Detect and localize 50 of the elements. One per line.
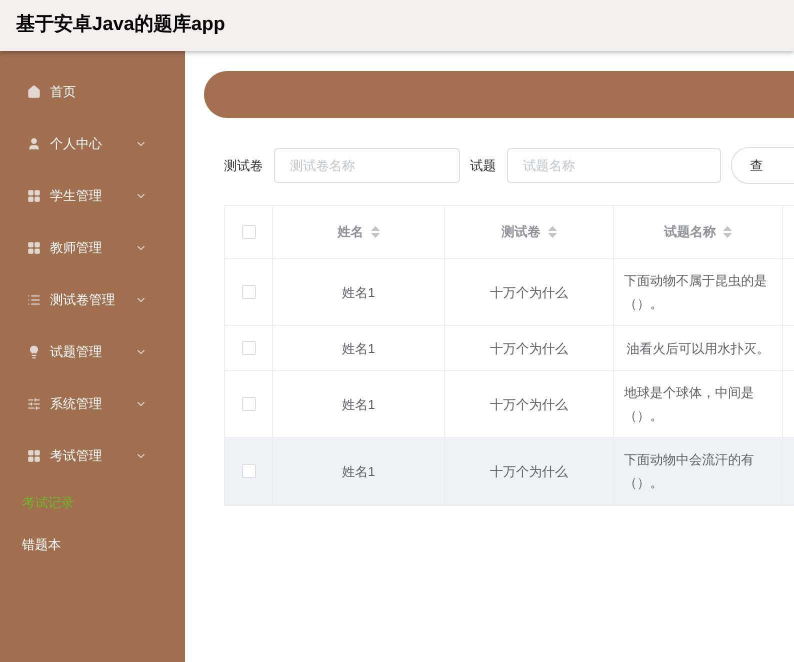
table-cell-text: 下面动物不属于昆虫的是（）。 <box>624 272 768 313</box>
user-icon <box>27 137 41 151</box>
table-cell-text: 姓名1 <box>342 284 376 302</box>
table-cell-text: 姓名1 <box>342 462 376 480</box>
table-cell-text: 十万个为什么 <box>490 462 568 480</box>
app-title: 基于安卓Java的题库app <box>16 12 226 38</box>
row-checkbox[interactable] <box>242 397 256 411</box>
table-row[interactable]: 姓名1 十万个为什么 油看火后可以用水扑灭。 <box>225 326 794 371</box>
column-header[interactable]: 测试卷 <box>445 206 614 258</box>
sidebar-menu-item[interactable]: 首页 <box>0 66 185 118</box>
table-cell-text: 下面动物中会流汗的有（）。 <box>624 451 755 492</box>
sort-icon <box>548 226 556 238</box>
sidebar-menu-item[interactable]: 学生管理 <box>0 170 185 222</box>
sidebar-menu-item[interactable]: 教师管理 <box>0 222 185 274</box>
table-cell-text: 十万个为什么 <box>490 340 568 358</box>
table-cell-text: 地球是个球体，中间是（）。 <box>624 384 755 425</box>
sidebar-link[interactable]: 错题本 <box>0 524 185 566</box>
grid-icon <box>27 241 41 255</box>
grid-icon <box>27 449 41 463</box>
list-icon <box>27 293 41 307</box>
sidebar-menu-item[interactable]: 试题管理 <box>0 326 185 378</box>
row-checkbox[interactable] <box>242 341 256 355</box>
table-cell-text: 十万个为什么 <box>490 396 568 414</box>
grid-icon <box>27 189 41 203</box>
lightbulb-icon <box>27 345 41 359</box>
field-label: 测试卷 <box>224 156 263 175</box>
column-header[interactable]: 姓名 <box>273 206 445 258</box>
sort-icon <box>723 226 732 238</box>
search-field[interactable]: 测试卷名称 <box>274 148 460 183</box>
table-cell-text: 油看火后可以用水扑灭。 <box>626 340 770 358</box>
row-checkbox[interactable] <box>242 285 256 299</box>
column-header[interactable]: 试题名称 <box>614 206 783 258</box>
sliders-icon <box>27 397 41 411</box>
table-row[interactable]: 姓名1 十万个为什么 下面动物不属于昆虫的是（）。 <box>225 259 794 326</box>
search-button[interactable]: 查 <box>731 147 794 184</box>
field-label: 试题 <box>470 156 496 175</box>
sidebar-menu-item[interactable]: 个人中心 <box>0 118 185 170</box>
sidebar-menu-item[interactable]: 系统管理 <box>0 378 185 430</box>
table-cell-text: 姓名1 <box>342 340 376 358</box>
sidebar-menu-item[interactable]: 测试卷管理 <box>0 274 185 326</box>
table-cell-text: 姓名1 <box>342 396 376 414</box>
table-row[interactable]: 姓名1 十万个为什么 下面动物中会流汗的有（）。 <box>225 438 794 505</box>
search-field[interactable]: 试题名称 <box>507 148 721 183</box>
sort-icon <box>370 226 380 238</box>
sidebar-menu-item[interactable]: 考试管理 <box>0 430 185 482</box>
row-checkbox[interactable] <box>242 464 256 478</box>
table-cell-text: 十万个为什么 <box>490 284 568 302</box>
table-row[interactable]: 姓名1 十万个为什么 地球是个球体，中间是（）。 <box>225 371 794 438</box>
select-all-checkbox[interactable] <box>242 225 256 239</box>
home-icon <box>27 85 41 99</box>
